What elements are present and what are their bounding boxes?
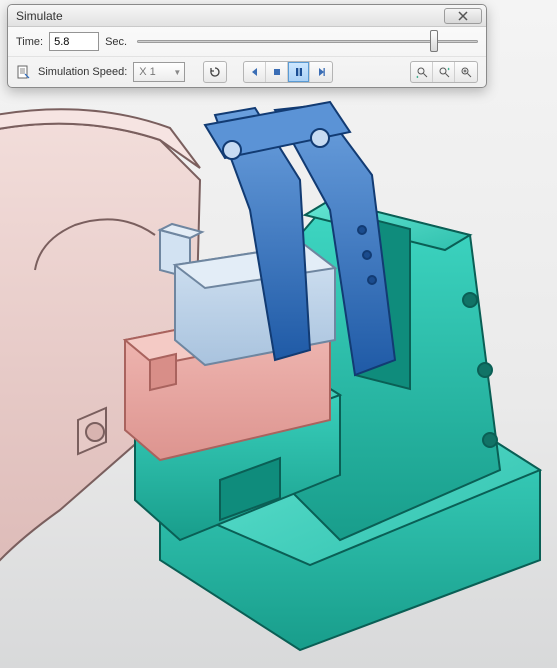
pause-button[interactable] bbox=[288, 62, 310, 82]
window-title: Simulate bbox=[16, 9, 444, 23]
stop-button[interactable] bbox=[266, 62, 288, 82]
options-properties-icon bbox=[16, 64, 32, 80]
close-icon bbox=[458, 11, 468, 21]
view-group bbox=[410, 61, 478, 83]
speed-select[interactable]: X 1 ▼ bbox=[133, 62, 185, 82]
slider-thumb[interactable] bbox=[430, 30, 438, 52]
refresh-button[interactable] bbox=[204, 62, 226, 82]
zoom-fit-icon bbox=[460, 66, 472, 78]
refresh-icon bbox=[209, 66, 221, 78]
chevron-down-icon: ▼ bbox=[173, 68, 181, 77]
titlebar[interactable]: Simulate bbox=[8, 5, 486, 27]
step-forward-button[interactable] bbox=[310, 62, 332, 82]
speed-label: Simulation Speed: bbox=[38, 66, 127, 78]
time-label: Time: bbox=[16, 36, 43, 48]
step-back-icon bbox=[249, 66, 261, 78]
cad-model-render bbox=[0, 0, 557, 668]
time-slider[interactable] bbox=[137, 32, 478, 52]
stop-icon bbox=[271, 66, 283, 78]
cad-viewport[interactable] bbox=[0, 0, 557, 668]
simulate-window: Simulate Time: Sec. Simulation Speed: X … bbox=[7, 4, 487, 88]
time-input[interactable] bbox=[49, 32, 99, 51]
step-forward-icon bbox=[315, 66, 327, 78]
zoom-next-icon bbox=[438, 66, 450, 78]
zoom-previous-icon bbox=[416, 66, 428, 78]
time-row: Time: Sec. bbox=[8, 27, 486, 57]
options-button[interactable] bbox=[16, 64, 32, 80]
step-back-button[interactable] bbox=[244, 62, 266, 82]
zoom-next-button[interactable] bbox=[433, 62, 455, 82]
controls-row: Simulation Speed: X 1 ▼ bbox=[8, 57, 486, 87]
zoom-previous-button[interactable] bbox=[411, 62, 433, 82]
zoom-fit-button[interactable] bbox=[455, 62, 477, 82]
refresh-group bbox=[203, 61, 227, 83]
speed-value: X 1 bbox=[139, 66, 156, 78]
close-button[interactable] bbox=[444, 8, 482, 24]
pause-icon bbox=[293, 66, 305, 78]
playback-group bbox=[243, 61, 333, 83]
time-unit-label: Sec. bbox=[105, 36, 127, 48]
slider-track bbox=[137, 40, 478, 43]
